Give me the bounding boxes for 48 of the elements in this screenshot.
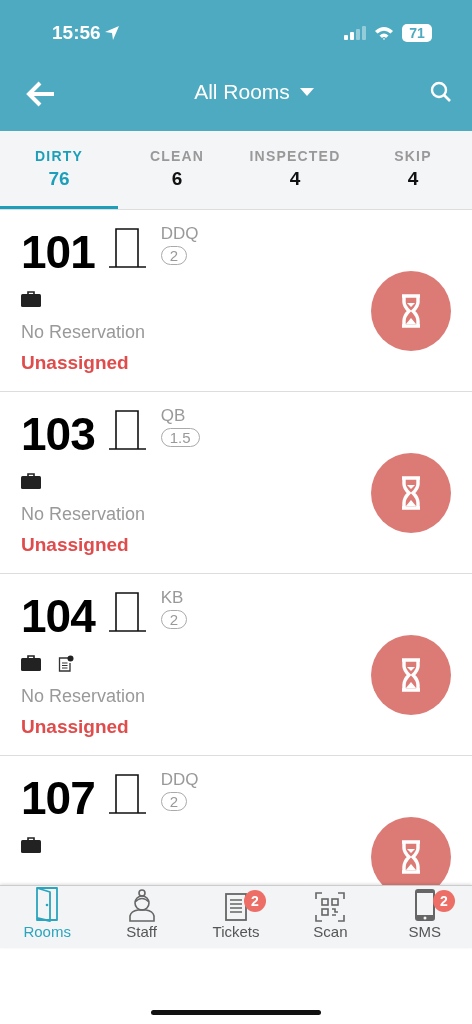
reservation-status: No Reservation — [21, 504, 147, 525]
status-tab[interactable]: SKIP 4 — [354, 131, 472, 209]
nav-tab[interactable]: Tickets 2 — [188, 886, 284, 948]
location-arrow-icon — [103, 25, 120, 41]
notification-badge: 2 — [244, 890, 266, 912]
assignee-status: Unassigned — [21, 352, 130, 374]
door-icon — [108, 592, 147, 632]
status-tab[interactable]: INSPECTED 4 — [236, 131, 354, 209]
status-time: 15:56 — [52, 22, 101, 44]
search-icon[interactable] — [430, 80, 452, 103]
reservation-status: No Reservation — [21, 686, 147, 707]
phone-icon — [413, 888, 436, 922]
hourglass-icon — [400, 293, 422, 328]
reservation-status: No Reservation — [21, 322, 147, 343]
suitcase-icon — [21, 655, 41, 671]
room-number: 107 — [21, 774, 95, 822]
door-icon — [35, 886, 60, 922]
room-number: 104 — [21, 592, 95, 640]
door-icon — [108, 228, 147, 268]
door-icon — [108, 774, 147, 814]
qr-code-icon — [315, 892, 346, 922]
room-type: QB — [160, 406, 186, 426]
nav-tab[interactable]: Scan — [283, 886, 378, 948]
nav-tab[interactable]: SMS 2 — [377, 886, 472, 948]
suitcase-icon — [21, 291, 41, 307]
nav-tab[interactable]: Staff — [94, 886, 189, 948]
room-type: DDQ — [160, 224, 199, 244]
wifi-icon — [374, 26, 394, 40]
suitcase-icon — [21, 473, 41, 489]
hourglass-icon — [400, 657, 422, 692]
assignee-status: Unassigned — [21, 716, 130, 738]
hourglass-icon — [400, 475, 422, 510]
caret-icon — [299, 87, 314, 96]
signal-icon — [344, 26, 366, 40]
note-icon — [58, 654, 74, 672]
suitcase-icon — [21, 837, 41, 853]
room-type: KB — [160, 588, 184, 608]
status-tab[interactable]: CLEAN 6 — [118, 131, 236, 209]
door-icon — [108, 410, 147, 450]
room-number: 101 — [21, 228, 95, 276]
room-number: 103 — [21, 410, 95, 458]
hourglass-icon — [400, 839, 422, 874]
document-icon — [224, 890, 248, 922]
room-type: DDQ — [160, 770, 199, 790]
assignee-status: Unassigned — [21, 534, 130, 556]
back-arrow-icon[interactable] — [26, 80, 56, 107]
person-icon — [127, 888, 156, 922]
battery-indicator: 71 — [402, 24, 432, 42]
